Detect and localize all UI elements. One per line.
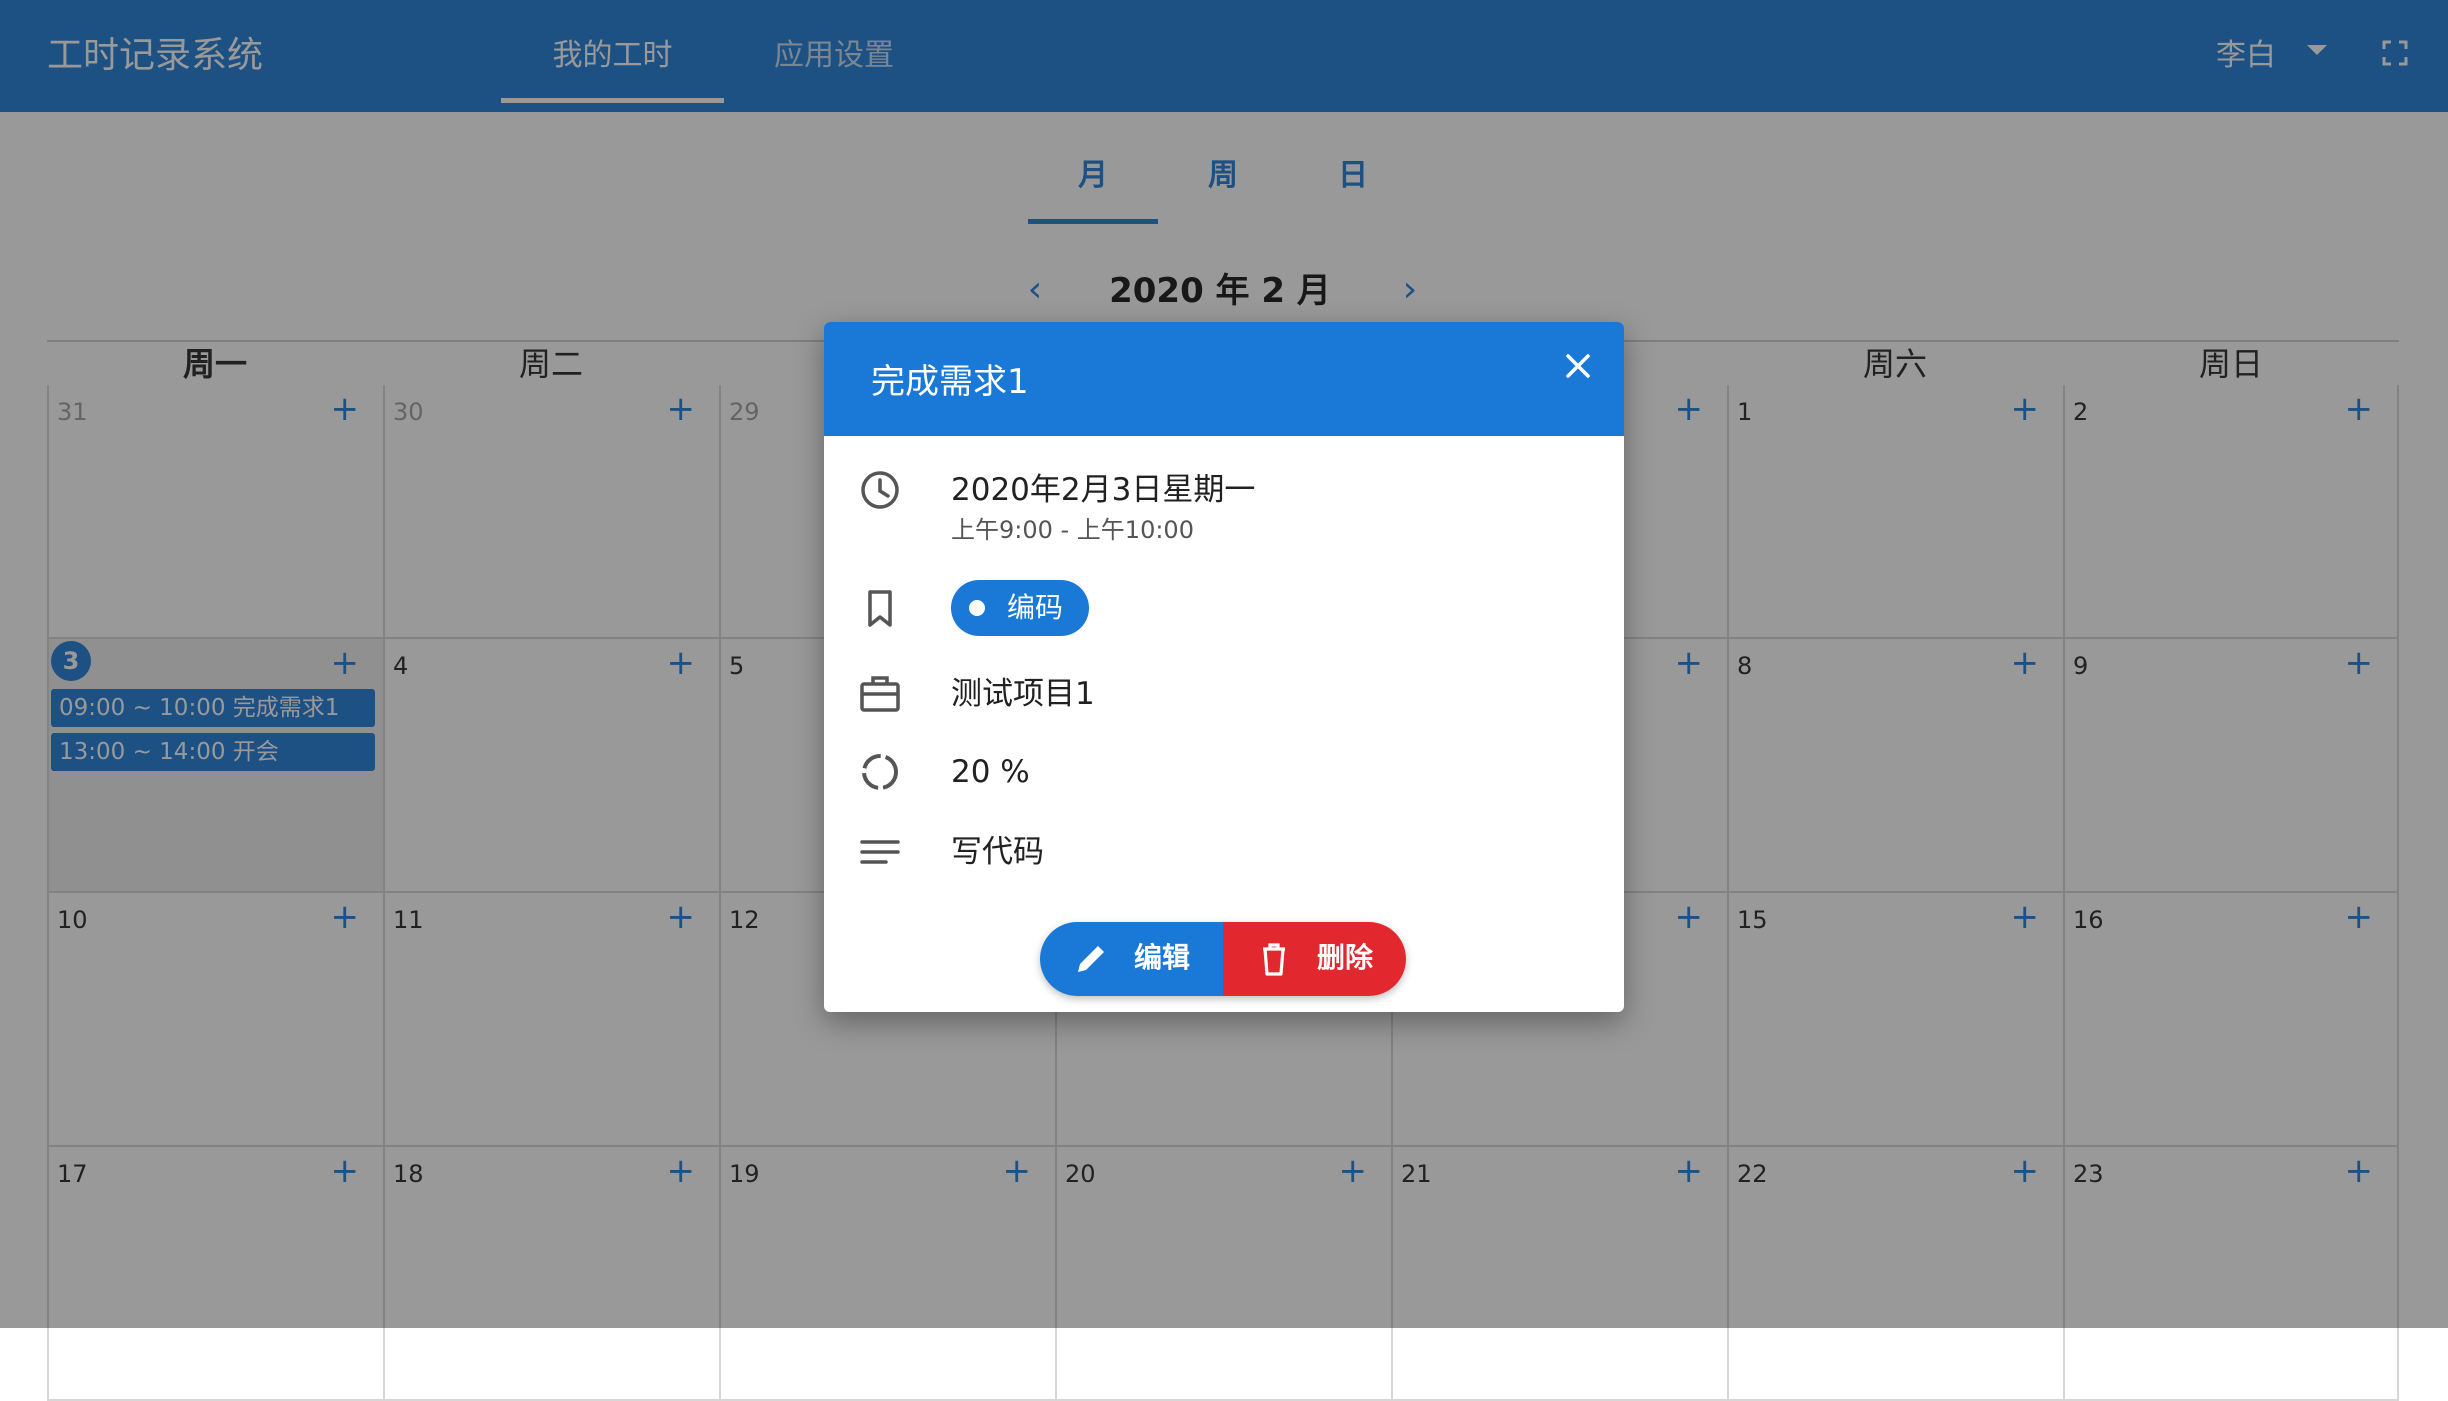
event-date: 2020年2月3日星期一 [951,472,1256,508]
delete-button[interactable]: 删除 [1223,922,1406,996]
dialog-actions: 编辑 删除 [1040,922,1406,996]
notes-icon [860,840,900,864]
dialog-header: 完成需求1 [824,322,1624,436]
tag-label: 编码 [1007,591,1064,624]
dialog-title: 完成需求1 [871,362,1029,402]
trash-icon [1263,943,1285,976]
event-progress: 20 % [951,754,1030,790]
delete-button-label: 删除 [1317,941,1374,974]
progress-icon [862,754,898,790]
edit-button-label: 编辑 [1134,941,1191,974]
event-project: 测试项目1 [951,676,1095,712]
event-description: 写代码 [951,834,1044,870]
clock-icon [861,471,899,509]
pencil-icon [1078,946,1104,972]
event-detail-dialog: 完成需求1 2020年2月3日星期一 上午9:00 - 上午10:00 编码 测… [824,322,1624,1012]
tag-dot-icon [969,600,985,616]
briefcase-icon [860,676,900,712]
edit-button[interactable]: 编辑 [1040,922,1223,996]
tag-chip: 编码 [951,580,1089,636]
bookmark-icon [868,590,892,627]
event-time-range: 上午9:00 - 上午10:00 [951,516,1194,544]
close-icon[interactable] [1554,342,1602,390]
